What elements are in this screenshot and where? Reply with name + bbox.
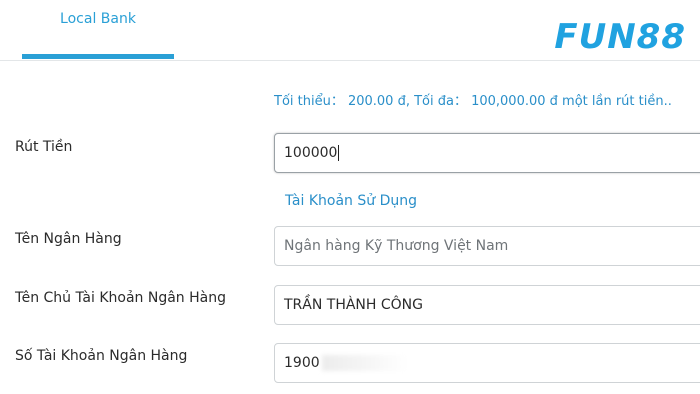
text-cursor — [338, 145, 340, 161]
account-holder-field[interactable]: TRẦN THÀNH CÔNG — [274, 285, 700, 325]
withdraw-amount-input[interactable]: 100000 — [274, 133, 700, 173]
tab-label: Local Bank — [60, 11, 136, 27]
header-divider — [0, 60, 700, 61]
tab-active-indicator — [22, 54, 174, 59]
account-holder-label: Tên Chủ Tài Khoản Ngân Hàng — [15, 290, 226, 306]
withdraw-amount-label: Rút Tiền — [15, 139, 73, 155]
redacted-blur — [321, 355, 407, 371]
withdraw-limits-text: Tối thiểu： 200.00 đ, Tối đa： 100,000.00 … — [274, 94, 672, 109]
account-number-field[interactable]: 1900 — [274, 343, 700, 383]
withdraw-amount-value: 100000 — [284, 145, 338, 161]
tab-local-bank[interactable]: Local Bank — [22, 0, 174, 60]
account-number-value: 1900 — [284, 355, 320, 371]
fun88-logo: FUN88 — [554, 17, 686, 57]
bank-name-field[interactable]: Ngân hàng Kỹ Thương Việt Nam — [274, 226, 700, 266]
account-in-use-link[interactable]: Tài Khoản Sử Dụng — [285, 193, 417, 209]
bank-name-label: Tên Ngân Hàng — [15, 231, 122, 247]
account-number-label: Số Tài Khoản Ngân Hàng — [15, 348, 188, 364]
